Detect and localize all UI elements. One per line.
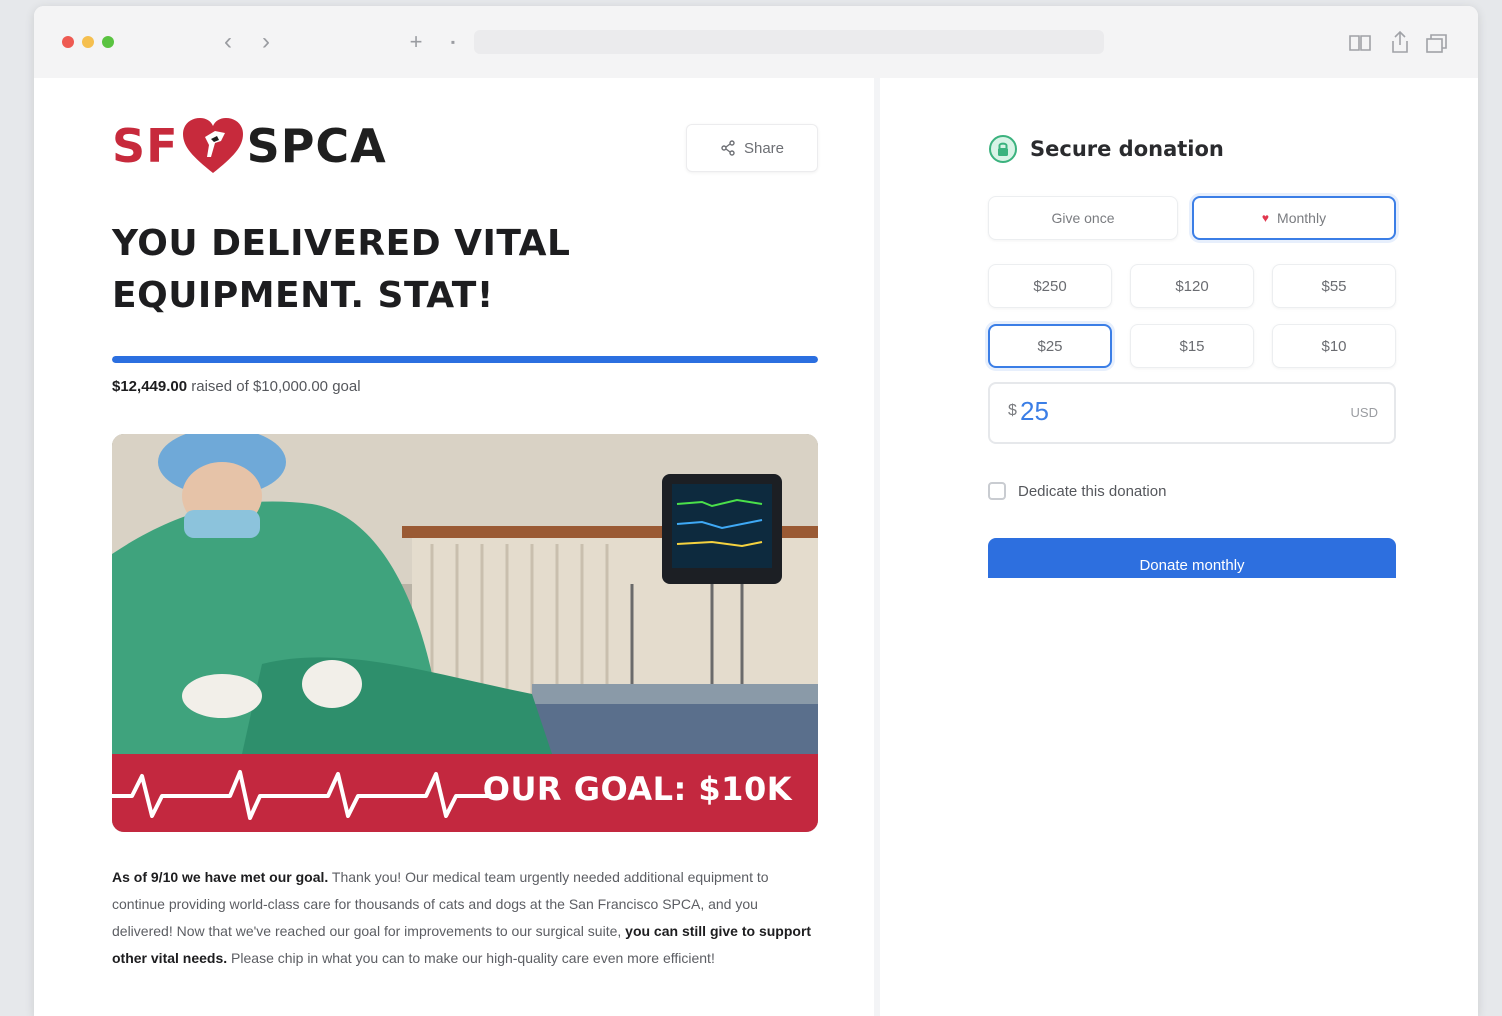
amount-option-55[interactable]: $55 <box>1272 264 1396 308</box>
tabs-icon[interactable] <box>1426 34 1448 54</box>
donation-panel: Secure donation Give once ♥ Monthly $250… <box>880 78 1478 1016</box>
maximize-window-button[interactable] <box>102 36 114 48</box>
shield-lock-icon <box>989 135 1017 163</box>
close-window-button[interactable] <box>62 36 74 48</box>
share-icon[interactable] <box>1390 30 1410 54</box>
new-tab-icon[interactable]: + <box>406 28 426 56</box>
goal-progress-bar <box>112 356 818 363</box>
donate-button-label: Donate monthly <box>1139 557 1245 574</box>
raised-amount: $12,449.00 <box>112 378 188 395</box>
monthly-label: Monthly <box>1277 210 1327 226</box>
dedicate-donation-option[interactable]: Dedicate this donation <box>988 482 1166 500</box>
amount-option-10[interactable]: $10 <box>1272 324 1396 368</box>
amount-option-120[interactable]: $120 <box>1130 264 1254 308</box>
goal-banner: OUR GOAL: $10K <box>112 754 818 832</box>
raised-goal-text: raised of $10,000.00 goal <box>191 378 361 395</box>
browser-window: ‹ › + ▪ SF SPCA Share YOU DELIVERED VITA… <box>34 6 1478 1016</box>
campaign-description: As of 9/10 we have met our goal. Thank y… <box>112 864 822 972</box>
secure-donation-title: Secure donation <box>1030 137 1224 161</box>
share-nodes-icon <box>721 140 735 156</box>
currency-symbol: $ <box>1008 402 1017 419</box>
address-bar[interactable] <box>474 30 1104 54</box>
reader-icon[interactable] <box>1348 34 1372 52</box>
goal-banner-text: OUR GOAL: $10K <box>482 770 792 808</box>
custom-amount-input[interactable]: $ 25 USD <box>988 382 1396 444</box>
give-once-label: Give once <box>1051 210 1115 226</box>
sfspca-logo[interactable]: SF SPCA <box>112 116 387 176</box>
amount-option-25[interactable]: $25 <box>988 324 1112 368</box>
logo-sf-text: SF <box>112 119 179 173</box>
lock-icon: ▪ <box>450 35 456 49</box>
amount-option-15[interactable]: $15 <box>1130 324 1254 368</box>
campaign-panel: SF SPCA Share YOU DELIVERED VITAL EQUIPM… <box>34 78 874 1016</box>
share-button-label: Share <box>743 139 785 157</box>
body-bold-1: As of 9/10 we have met our goal. <box>112 869 329 885</box>
give-once-tab[interactable]: Give once <box>988 196 1178 240</box>
share-button[interactable]: Share <box>686 124 818 172</box>
minimize-window-button[interactable] <box>82 36 94 48</box>
monthly-tab[interactable]: ♥ Monthly <box>1192 196 1396 240</box>
goal-progress-fill <box>112 356 818 363</box>
amount-option-250[interactable]: $250 <box>988 264 1112 308</box>
amount-value: 25 <box>1020 396 1049 426</box>
browser-toolbar: ‹ › + ▪ <box>34 6 1478 79</box>
campaign-photo: OUR GOAL: $10K <box>112 434 818 832</box>
forward-icon[interactable]: › <box>256 28 276 56</box>
heart-icon: ♥ <box>1261 211 1270 225</box>
logo-spca-text: SPCA <box>246 119 387 173</box>
body-text-2: Please chip in what you can to make our … <box>227 950 715 966</box>
page-content: SF SPCA Share YOU DELIVERED VITAL EQUIPM… <box>34 78 1478 1016</box>
page-title: YOU DELIVERED VITAL EQUIPMENT. STAT! <box>112 223 571 316</box>
heartbeat-line-icon <box>112 770 502 820</box>
dedicate-checkbox[interactable] <box>988 482 1006 500</box>
donate-monthly-button[interactable]: Donate monthly <box>988 538 1396 578</box>
secure-donation-heading: Secure donation <box>988 134 1224 164</box>
heart-logo-icon <box>182 118 243 173</box>
dedicate-label: Dedicate this donation <box>1018 482 1167 500</box>
raised-summary: $12,449.00 raised of $10,000.00 goal <box>112 378 361 395</box>
currency-code: USD <box>1350 405 1378 420</box>
back-icon[interactable]: ‹ <box>218 28 238 56</box>
